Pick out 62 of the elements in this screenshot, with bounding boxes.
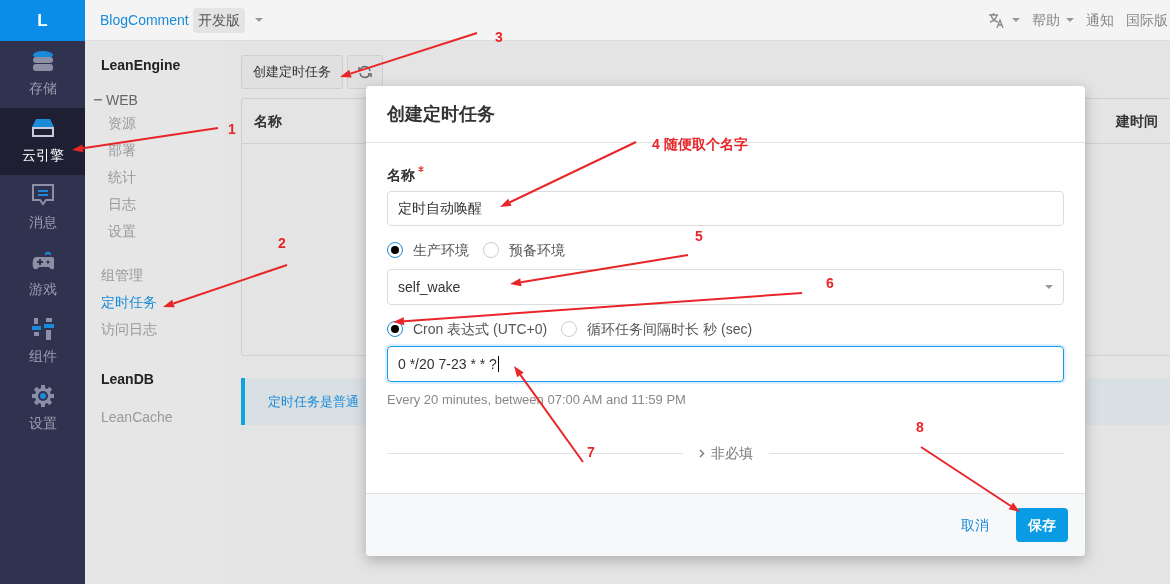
nav-link[interactable]: 国际版: [1126, 9, 1168, 31]
tray-icon: [31, 117, 54, 139]
group-label[interactable]: WEB: [106, 89, 138, 111]
help-menu[interactable]: 帮助: [1032, 9, 1060, 31]
blocks-icon: [31, 318, 54, 340]
cron-input[interactable]: 0 */20 7-23 * * ?: [387, 346, 1064, 382]
chat-bubble-icon: [31, 184, 54, 206]
cancel-link[interactable]: 取消: [961, 514, 989, 536]
rail-item[interactable]: 云引擎: [0, 108, 85, 175]
rail-item[interactable]: 设置: [0, 376, 85, 443]
section-title: LeanEngine: [101, 56, 182, 75]
caret-icon: [1066, 18, 1074, 22]
refresh-button[interactable]: [347, 55, 383, 89]
database-icon: [31, 50, 54, 72]
rail-item[interactable]: 存储: [0, 41, 85, 108]
sidebar-item[interactable]: 定时任务: [101, 289, 225, 316]
rail-item[interactable]: 消息: [0, 175, 85, 242]
info-text: 定时任务是普通: [268, 392, 359, 411]
column-header: 建时间: [1116, 111, 1158, 131]
caret-icon: [1012, 18, 1020, 22]
radio-label: Cron 表达式 (UTC+0): [413, 319, 548, 339]
annotation-label: 4 随便取个名字: [652, 137, 748, 151]
annotation-label: 1: [228, 122, 236, 136]
annotation-label: 8: [916, 420, 924, 434]
annotation-label: 2: [278, 236, 286, 250]
app-name-link[interactable]: BlogComment: [100, 9, 189, 31]
rail-item[interactable]: 游戏: [0, 242, 85, 309]
radio-label: 预备环境: [509, 240, 565, 260]
create-task-button[interactable]: 创建定时任务: [241, 55, 343, 89]
translate-icon: [988, 12, 1004, 28]
save-button[interactable]: 保存: [1016, 508, 1068, 542]
caret-icon: [254, 18, 263, 22]
sidebar-item[interactable]: 设置: [101, 218, 225, 245]
annotation-label: 6: [826, 276, 834, 290]
section-title: LeanDB: [101, 370, 155, 389]
annotation-label: 5: [695, 229, 703, 243]
annotation-label: 7: [587, 445, 595, 459]
annotation-label: 3: [495, 30, 503, 44]
radio-label: 生产环境: [413, 240, 469, 260]
sidebar-item[interactable]: LeanCache: [101, 404, 225, 431]
sidebar-item[interactable]: 组管理: [101, 262, 225, 289]
sidebar-item[interactable]: 资源: [101, 110, 225, 137]
nav-link[interactable]: 通知: [1086, 9, 1114, 31]
dialog-title: 创建定时任务: [387, 102, 495, 126]
edition-badge: 开发版: [192, 7, 245, 33]
chevron-icon: [698, 448, 705, 458]
translate-menu[interactable]: [988, 12, 1020, 28]
optional-toggle[interactable]: 非必填: [692, 442, 759, 464]
caret-icon: [1045, 285, 1053, 289]
field-label: 名称: [387, 166, 415, 185]
sidebar-item[interactable]: 日志: [101, 191, 225, 218]
column-header: 名称: [254, 111, 282, 131]
refresh-icon: [358, 65, 372, 79]
name-input[interactable]: 定时自动唤醒: [387, 191, 1064, 226]
radio-label: 循环任务间隔时长 秒 (sec): [587, 319, 753, 339]
rail-item[interactable]: 组件: [0, 309, 85, 376]
app-logo[interactable]: L: [0, 0, 85, 41]
sidebar-item[interactable]: 统计: [101, 164, 225, 191]
gear-icon: [31, 385, 54, 407]
sidebar-item[interactable]: 访问日志: [101, 316, 225, 343]
collapse-icon[interactable]: [94, 96, 102, 104]
sidebar-item[interactable]: 部署: [101, 137, 225, 164]
